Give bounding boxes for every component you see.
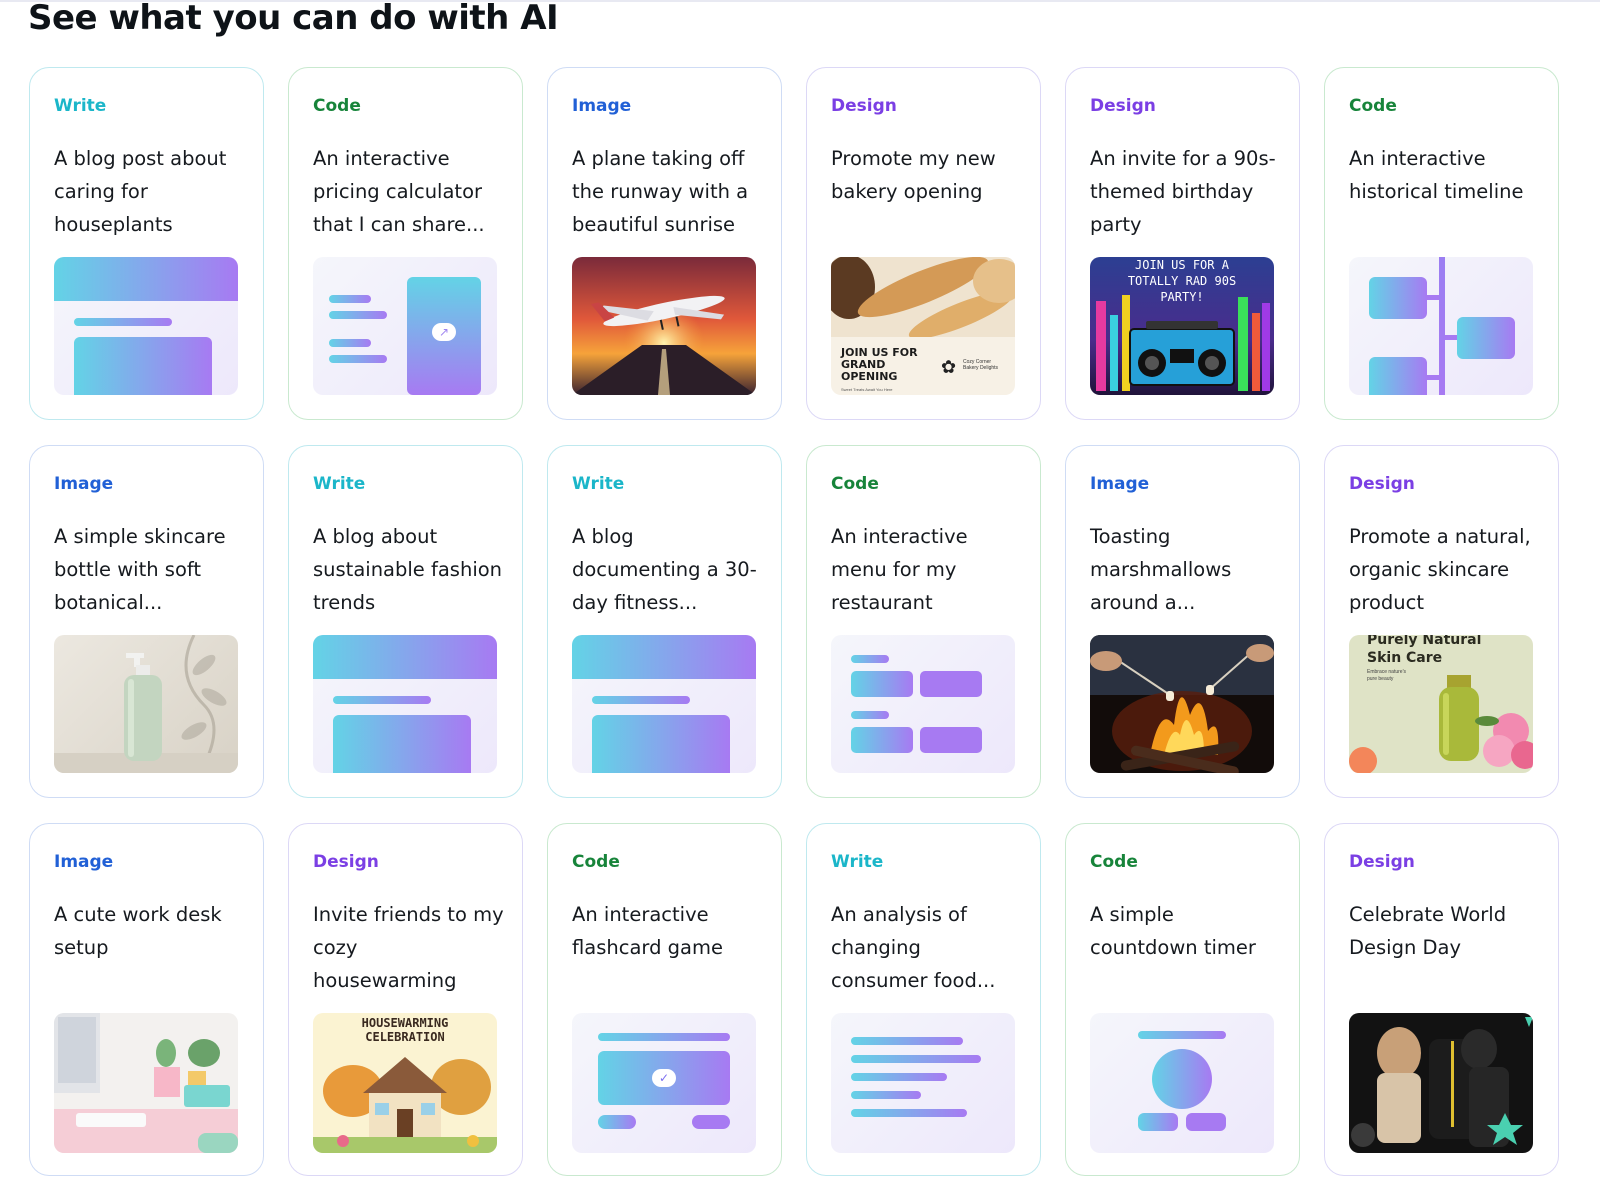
category-label: Design — [831, 96, 897, 116]
bakery-headline: JOIN US FOR GRAND OPENING — [841, 346, 918, 383]
example-card[interactable]: Image A cute work desk setup — [29, 823, 264, 1176]
bakery-tagline: Sweet Treats Await You Here — [841, 387, 893, 392]
category-label: Image — [1090, 474, 1150, 494]
example-card[interactable]: Design Promote my new bakery opening JOI… — [806, 67, 1041, 420]
work-desk-image — [54, 1013, 238, 1153]
flashcard-icon: ✓ — [572, 1013, 756, 1153]
doc-layout-icon — [54, 257, 238, 395]
category-label: Write — [831, 852, 884, 872]
examples-grid: Write A blog post about caring for house… — [29, 67, 1559, 1176]
card-prompt: An interactive historical timeline — [1349, 147, 1524, 203]
example-card[interactable]: Write A blog post about caring for house… — [29, 67, 264, 420]
card-prompt: Promote my new bakery opening — [831, 147, 996, 203]
check-icon: ✓ — [652, 1069, 676, 1087]
example-card[interactable]: Image A plane taking off the runway with… — [547, 67, 782, 420]
example-card[interactable]: Design An invite for a 90s-themed birthd… — [1065, 67, 1300, 420]
page-title: See what you can do with AI — [28, 0, 559, 38]
category-label: Code — [313, 96, 361, 116]
skincare-bottle-image — [54, 635, 238, 773]
example-card[interactable]: Write A blog about sustainable fashion t… — [288, 445, 523, 798]
text-lines-icon — [831, 1013, 1015, 1153]
plane-sunrise-image — [572, 257, 756, 395]
menu-icon — [831, 635, 1015, 773]
category-label: Code — [831, 474, 879, 494]
category-label: Write — [54, 96, 107, 116]
bakery-flyer-image: JOIN US FOR GRAND OPENING ✿ Cozy Corner … — [831, 257, 1015, 395]
category-label: Code — [1090, 852, 1138, 872]
example-card[interactable]: Code A simple countdown timer — [1065, 823, 1300, 1176]
skincare-ad-image: Purely Natural Skin Care Embrace nature'… — [1349, 635, 1533, 773]
card-prompt: An interactive flashcard game — [572, 903, 723, 959]
doc-layout-icon — [572, 635, 756, 773]
card-prompt: A cute work desk setup — [54, 903, 222, 959]
card-prompt: Celebrate World Design Day — [1349, 903, 1507, 959]
category-label: Image — [572, 96, 632, 116]
example-card[interactable]: Design Celebrate World Design Day — [1324, 823, 1559, 1176]
category-label: Write — [313, 474, 366, 494]
example-card[interactable]: Image A simple skincare bottle with soft… — [29, 445, 264, 798]
card-prompt: A blog post about caring for houseplants — [54, 147, 227, 236]
category-label: Image — [54, 474, 114, 494]
skincare-ad-title: Purely Natural Skin Care — [1367, 635, 1482, 666]
card-prompt: Promote a natural, organic skincare prod… — [1349, 525, 1531, 614]
campfire-image — [1090, 635, 1274, 773]
example-card[interactable]: Code An interactive flashcard game ✓ — [547, 823, 782, 1176]
card-prompt: A simple countdown timer — [1090, 903, 1256, 959]
housewarming-headline: HOUSEWARMING CELEBRATION — [361, 1016, 449, 1044]
timeline-icon — [1349, 257, 1533, 395]
card-prompt: Invite friends to my cozy housewarming — [313, 903, 504, 992]
example-card[interactable]: Code An interactive pricing calculator t… — [288, 67, 523, 420]
skincare-ad-tagline: Embrace nature's pure beauty — [1367, 669, 1407, 682]
category-label: Code — [1349, 96, 1397, 116]
example-card[interactable]: Design Invite friends to my cozy housewa… — [288, 823, 523, 1176]
category-label: Code — [572, 852, 620, 872]
category-label: Design — [1090, 96, 1156, 116]
example-card[interactable]: Code An interactive menu for my restaura… — [806, 445, 1041, 798]
design-day-image — [1349, 1013, 1533, 1153]
category-label: Design — [313, 852, 379, 872]
card-prompt: An invite for a 90s-themed birthday part… — [1090, 147, 1276, 236]
bakery-brand: Cozy Corner Bakery Delights — [963, 359, 999, 371]
example-card[interactable]: Write A blog documenting a 30-day fitnes… — [547, 445, 782, 798]
housewarming-image: HOUSEWARMING CELEBRATION — [313, 1013, 497, 1153]
category-label: Image — [54, 852, 114, 872]
party-headline: JOIN US FOR A TOTALLY RAD 90S PARTY! — [1127, 258, 1237, 304]
calculator-icon: ↗ — [313, 257, 497, 395]
doc-layout-icon — [313, 635, 497, 773]
card-prompt: A simple skincare bottle with soft botan… — [54, 525, 226, 614]
card-prompt: An interactive pricing calculator that I… — [313, 147, 485, 236]
card-prompt: An analysis of changing consumer food... — [831, 903, 996, 992]
category-label: Design — [1349, 852, 1415, 872]
card-prompt: A blog documenting a 30-day fitness... — [572, 525, 757, 614]
category-label: Design — [1349, 474, 1415, 494]
boombox-invite-image: JOIN US FOR A TOTALLY RAD 90S PARTY! — [1090, 257, 1274, 395]
example-card[interactable]: Code An interactive historical timeline — [1324, 67, 1559, 420]
example-card[interactable]: Design Promote a natural, organic skinca… — [1324, 445, 1559, 798]
example-card[interactable]: Image Toasting marshmallows around a... — [1065, 445, 1300, 798]
card-prompt: An interactive menu for my restaurant — [831, 525, 968, 614]
timer-icon — [1090, 1013, 1274, 1153]
flower-icon: ✿ — [941, 357, 957, 377]
card-prompt: A blog about sustainable fashion trends — [313, 525, 503, 614]
card-prompt: Toasting marshmallows around a... — [1090, 525, 1232, 614]
category-label: Write — [572, 474, 625, 494]
example-card[interactable]: Write An analysis of changing consumer f… — [806, 823, 1041, 1176]
card-prompt: A plane taking off the runway with a bea… — [572, 147, 749, 236]
